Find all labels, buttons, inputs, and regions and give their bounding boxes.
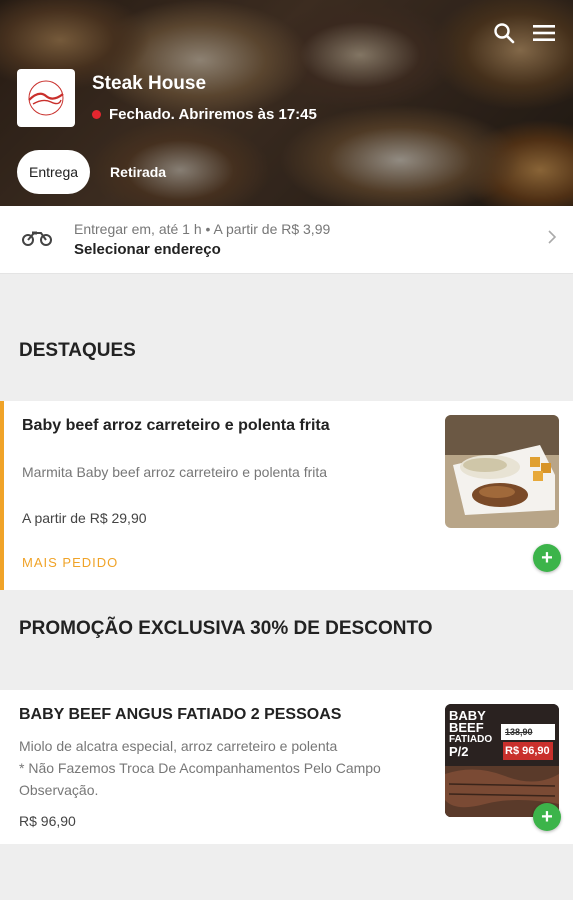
menu-icon[interactable] [531,20,557,46]
motorcycle-icon [22,227,54,252]
section-title-promocao: PROMOÇÃO EXCLUSIVA 30% DE DESCONTO [0,590,573,690]
delivery-info: Entregar em, até 1 h • A partir de R$ 3,… [74,221,331,237]
product-price: R$ 96,90 [19,813,76,829]
most-ordered-badge: MAIS PEDIDO [22,555,119,570]
product-image [445,415,559,528]
store-logo [17,69,75,127]
product-price: A partir de R$ 29,90 [22,510,147,526]
store-status-text: Fechado. Abriremos às 17:45 [109,106,317,123]
product-card[interactable]: Baby beef arroz carreteiro e polenta fri… [0,401,573,590]
add-to-cart-button[interactable]: + [533,803,561,831]
store-header: Steak House Fechado. Abriremos às 17:45 … [0,0,573,206]
product-image: BABY BEEF FATIADO P/2 138,90 R$ 96,90 [445,704,559,817]
product-description: Marmita Baby beef arroz carreteiro e pol… [22,464,328,480]
search-icon[interactable] [491,20,517,46]
product-card[interactable]: BABY BEEF ANGUS FATIADO 2 PESSOAS Miolo … [0,690,573,844]
section-title-destaques: DESTAQUES [0,304,573,401]
order-mode-toggle: Entrega Retirada [17,150,178,194]
store-name: Steak House [92,73,207,94]
status-dot-icon [92,110,101,119]
product-title: Baby beef arroz carreteiro e polenta fri… [22,417,330,434]
add-to-cart-button[interactable]: + [533,544,561,572]
select-address-label: Selecionar endereço [74,241,221,258]
product-title: BABY BEEF ANGUS FATIADO 2 PESSOAS [19,706,342,723]
product-description: Miolo de alcatra especial, arroz carrete… [19,738,381,798]
delivery-mode-button[interactable]: Entrega [17,150,91,194]
delivery-address-bar[interactable]: Entregar em, até 1 h • A partir de R$ 3,… [0,206,573,274]
chevron-right-icon [547,229,557,250]
store-status: Fechado. Abriremos às 17:45 [92,106,317,123]
pickup-mode-button[interactable]: Retirada [98,150,178,194]
